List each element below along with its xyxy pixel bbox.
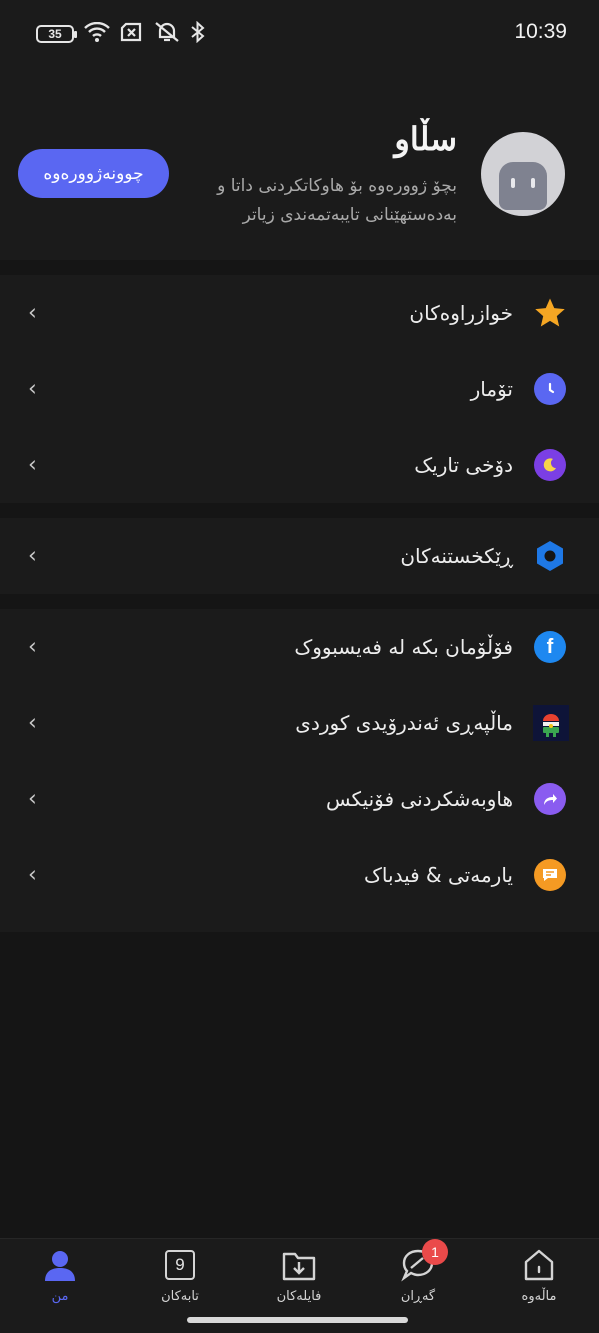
history-icon	[533, 372, 567, 406]
chevron-icon: ‹	[28, 300, 37, 326]
person-icon	[42, 1247, 78, 1283]
chevron-icon: ‹	[28, 634, 37, 660]
avatar-eye-left	[511, 178, 515, 188]
chevron-icon: ‹	[28, 710, 37, 736]
profile-header: سڵاو بچۆ ژوورەوە بۆ هاوکاتکردنی داتا و ب…	[0, 68, 599, 260]
chevron-icon: ‹	[28, 862, 37, 888]
greeting-subtitle: بچۆ ژوورەوە بۆ هاوکاتکردنی داتا و بەدەست…	[217, 176, 457, 225]
menu-item-share[interactable]: هاوبەشکردنی فۆنیکس ‹	[0, 761, 599, 837]
avatar-face	[499, 162, 547, 210]
no-sim-icon	[120, 22, 144, 46]
nav-label: تابەکان	[161, 1289, 199, 1304]
menu-item-feedback[interactable]: یارمەتی & فیدباک ‹	[0, 837, 599, 913]
chevron-icon: ‹	[28, 786, 37, 812]
menu-item-label: دۆخی تاریک	[414, 453, 513, 477]
nav-label: ماڵەوە	[521, 1289, 557, 1304]
menu-section-settings: ڕێکخستنەکان ‹	[0, 518, 599, 594]
menu-section-more: f فۆڵۆمان بکە لە فەیسبووک ‹ ماڵپەڕی ئەند…	[0, 609, 599, 932]
settings-icon	[533, 539, 567, 573]
notifications-off-icon	[154, 21, 180, 47]
feedback-icon	[533, 858, 567, 892]
nav-me[interactable]: من	[10, 1247, 110, 1309]
menu-item-dark-mode[interactable]: دۆخی تاریک ‹	[0, 427, 599, 503]
greeting-title: سڵاو	[394, 120, 457, 158]
menu-item-label: خوازراوەکان	[409, 301, 513, 325]
nav-tabs[interactable]: 9 تابەکان	[130, 1247, 230, 1309]
menu-item-favorites[interactable]: خوازراوەکان ‹	[0, 275, 599, 351]
facebook-icon: f	[533, 630, 567, 664]
menu-item-label: هاوبەشکردنی فۆنیکس	[326, 787, 513, 811]
notification-badge: 1	[422, 1239, 448, 1265]
bluetooth-icon	[190, 20, 206, 47]
status-icons: 35	[36, 20, 206, 47]
tabs-count: 9	[165, 1250, 195, 1280]
menu-section-primary: خوازراوەکان ‹ تۆمار ‹ دۆخی تاریک ‹	[0, 275, 599, 503]
nav-home[interactable]: ماڵەوە	[489, 1247, 589, 1309]
menu-item-kurdish-android[interactable]: ماڵپەڕی ئەندرۆیدی کوردی ‹	[0, 685, 599, 761]
menu-item-settings[interactable]: ڕێکخستنەکان ‹	[0, 518, 599, 594]
download-folder-icon	[281, 1247, 317, 1283]
nav-label: گەڕان	[400, 1289, 436, 1304]
login-button[interactable]: چوونەژوورەوە	[18, 149, 169, 198]
menu-item-label: ڕێکخستنەکان	[400, 544, 513, 568]
menu-item-label: ماڵپەڕی ئەندرۆیدی کوردی	[295, 711, 513, 735]
nav-explore[interactable]: 1 گەڕان	[368, 1239, 468, 1309]
menu-item-history[interactable]: تۆمار ‹	[0, 351, 599, 427]
clock: 10:39	[514, 20, 567, 43]
home-indicator[interactable]	[187, 1317, 408, 1323]
avatar-eye-right	[531, 178, 535, 188]
share-icon	[533, 782, 567, 816]
chat-bubble-icon: 1	[400, 1239, 448, 1283]
chevron-icon: ‹	[28, 543, 37, 569]
kurdish-android-logo	[533, 705, 569, 741]
status-bar: 35 10:39	[0, 0, 599, 68]
menu-item-label: فۆڵۆمان بکە لە فەیسبووک	[294, 635, 513, 659]
home-icon	[521, 1247, 557, 1283]
battery-icon: 35	[36, 25, 77, 43]
battery-level: 35	[48, 27, 62, 41]
nav-label: من	[51, 1289, 69, 1304]
menu-item-label: یارمەتی & فیدباک	[364, 863, 513, 887]
chevron-icon: ‹	[28, 376, 37, 402]
moon-icon	[533, 448, 567, 482]
chevron-icon: ‹	[28, 452, 37, 478]
nav-files[interactable]: فایلەکان	[249, 1247, 349, 1309]
wifi-icon	[84, 21, 110, 46]
avatar[interactable]	[481, 132, 565, 216]
star-icon	[533, 296, 567, 330]
menu-item-label: تۆمار	[470, 377, 513, 401]
menu-item-facebook[interactable]: f فۆڵۆمان بکە لە فەیسبووک ‹	[0, 609, 599, 685]
nav-label: فایلەکان	[276, 1289, 322, 1304]
tabs-icon: 9	[162, 1247, 198, 1283]
